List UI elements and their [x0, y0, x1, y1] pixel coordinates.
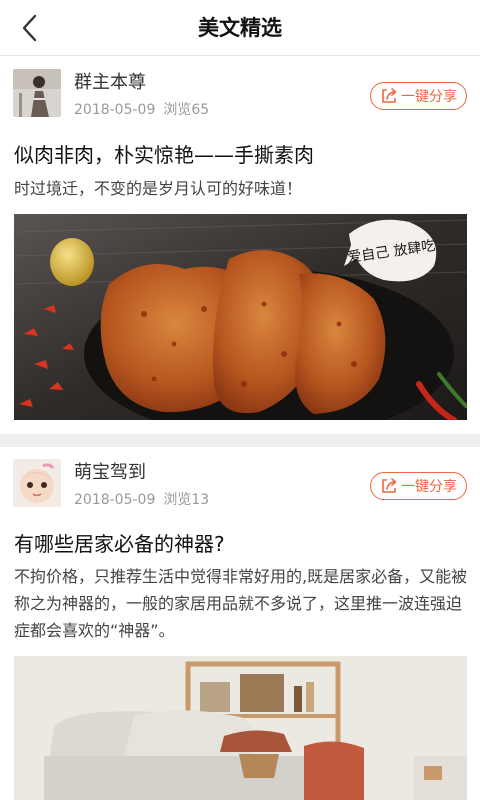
page-title: 美文精选: [198, 16, 282, 40]
view-count: 浏览65: [163, 102, 210, 118]
share-arrow-icon: [382, 478, 397, 493]
author-avatar[interactable]: [13, 459, 61, 507]
post-card[interactable]: 群主本尊 2018-05-09 浏览65 一键分享 似肉非肉，朴实惊艳——手撕素肉…: [0, 57, 480, 434]
post-card[interactable]: 萌宝驾到 2018-05-09 浏览13 一键分享 有哪些居家必备的神器? 不拘价…: [0, 447, 480, 800]
author-name[interactable]: 萌宝驾到: [74, 458, 146, 484]
share-button[interactable]: 一键分享: [370, 82, 467, 110]
post-date: 2018-05-09: [74, 102, 156, 118]
post-title[interactable]: 似肉非肉，朴实惊艳——手撕素肉: [14, 139, 314, 168]
post-meta: 2018-05-09 浏览13: [74, 489, 209, 509]
author-avatar[interactable]: [13, 69, 61, 117]
post-image[interactable]: 爱自己 放肆吃: [14, 214, 467, 420]
post-date: 2018-05-09: [74, 492, 156, 508]
share-label: 一键分享: [401, 89, 457, 105]
share-arrow-icon: [382, 88, 397, 103]
post-title[interactable]: 有哪些居家必备的神器?: [14, 528, 225, 557]
top-bar: 美文精选: [0, 0, 480, 56]
share-button[interactable]: 一键分享: [370, 472, 467, 500]
author-name[interactable]: 群主本尊: [74, 68, 146, 94]
post-meta: 2018-05-09 浏览65: [74, 99, 209, 119]
post-excerpt: 时过境迁，不变的是岁月认可的好味道！: [14, 179, 303, 198]
post-image[interactable]: [14, 656, 467, 800]
section-divider: [0, 434, 480, 447]
view-count: 浏览13: [163, 492, 210, 508]
share-label: 一键分享: [401, 479, 457, 495]
post-excerpt: 不拘价格，只推荐生活中觉得非常好用的,既是居家必备，又能被称之为神器的，一般的家…: [14, 567, 468, 640]
